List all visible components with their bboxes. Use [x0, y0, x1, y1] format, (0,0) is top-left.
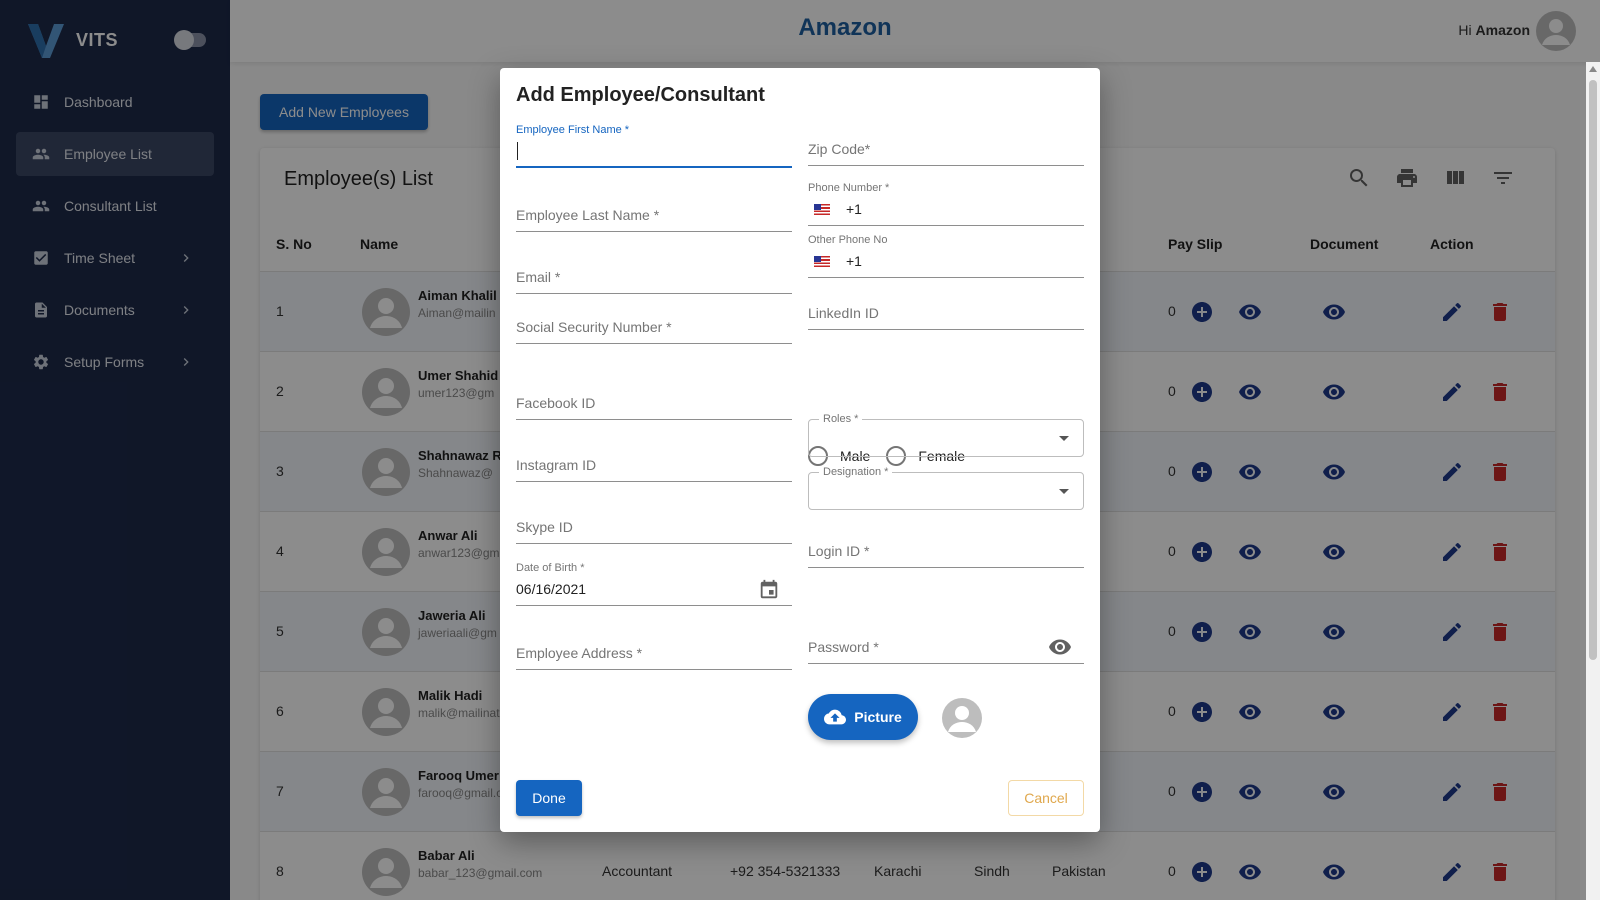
- profile-picture-preview: [942, 698, 982, 738]
- text-caret: [517, 142, 518, 160]
- skype-id-label: Skype ID: [516, 519, 573, 535]
- roles-select[interactable]: Roles *: [808, 413, 1084, 457]
- phone-number-field[interactable]: Phone Number * +1: [808, 182, 1084, 226]
- date-of-birth-field[interactable]: Date of Birth * 06/16/2021: [516, 562, 792, 606]
- dropdown-arrow-icon: [1059, 489, 1069, 494]
- designation-label: Designation *: [819, 466, 893, 478]
- ssn-field[interactable]: Social Security Number *: [516, 304, 792, 344]
- us-flag-icon[interactable]: [814, 256, 830, 267]
- skype-id-field[interactable]: Skype ID: [516, 504, 792, 544]
- linkedin-id-label: LinkedIn ID: [808, 305, 879, 321]
- page-scrollbar[interactable]: [1586, 62, 1600, 900]
- login-id-label: Login ID *: [808, 543, 870, 559]
- linkedin-id-field[interactable]: LinkedIn ID: [808, 290, 1084, 330]
- cloud-upload-icon: [824, 709, 847, 725]
- designation-select[interactable]: Designation *: [808, 466, 1084, 510]
- add-employee-dialog: Add Employee/Consultant Employee First N…: [500, 68, 1100, 832]
- last-name-label: Employee Last Name *: [516, 207, 660, 223]
- date-of-birth-value: 06/16/2021: [516, 581, 587, 597]
- facebook-id-field[interactable]: Facebook ID: [516, 380, 792, 420]
- employee-address-label: Employee Address *: [516, 645, 643, 661]
- instagram-id-label: Instagram ID: [516, 457, 597, 473]
- dialog-title: Add Employee/Consultant: [516, 84, 765, 106]
- email-field[interactable]: Email *: [516, 254, 792, 294]
- scroll-thumb[interactable]: [1589, 80, 1597, 660]
- scroll-up-arrow-icon[interactable]: [1589, 66, 1597, 72]
- cancel-button[interactable]: Cancel: [1008, 780, 1084, 816]
- zip-code-field[interactable]: Zip Code*: [808, 126, 1084, 166]
- dropdown-arrow-icon: [1059, 436, 1069, 441]
- zip-code-label: Zip Code*: [808, 141, 871, 157]
- email-label: Email *: [516, 269, 561, 285]
- roles-label: Roles *: [819, 413, 863, 425]
- upload-picture-button[interactable]: Picture: [808, 694, 918, 740]
- other-phone-country-code: +1: [846, 253, 862, 269]
- picture-button-label: Picture: [854, 709, 902, 725]
- done-button[interactable]: Done: [516, 780, 582, 816]
- password-label: Password *: [808, 639, 879, 655]
- first-name-field[interactable]: Employee First Name *: [516, 124, 792, 168]
- employee-address-field[interactable]: Employee Address *: [516, 630, 792, 670]
- password-field[interactable]: Password *: [808, 624, 1084, 664]
- us-flag-icon[interactable]: [814, 204, 830, 215]
- person-icon: [948, 706, 976, 732]
- login-id-field[interactable]: Login ID *: [808, 528, 1084, 568]
- show-password-icon[interactable]: [1048, 635, 1072, 659]
- other-phone-field[interactable]: Other Phone No +1: [808, 234, 1084, 278]
- instagram-id-field[interactable]: Instagram ID: [516, 442, 792, 482]
- last-name-field[interactable]: Employee Last Name *: [516, 192, 792, 232]
- phone-country-code: +1: [846, 201, 862, 217]
- phone-number-label: Phone Number *: [808, 182, 890, 194]
- facebook-id-label: Facebook ID: [516, 395, 596, 411]
- other-phone-label: Other Phone No: [808, 234, 888, 246]
- first-name-label: Employee First Name *: [516, 124, 630, 136]
- date-of-birth-label: Date of Birth *: [516, 562, 585, 574]
- ssn-label: Social Security Number *: [516, 319, 672, 335]
- calendar-icon[interactable]: [758, 579, 780, 601]
